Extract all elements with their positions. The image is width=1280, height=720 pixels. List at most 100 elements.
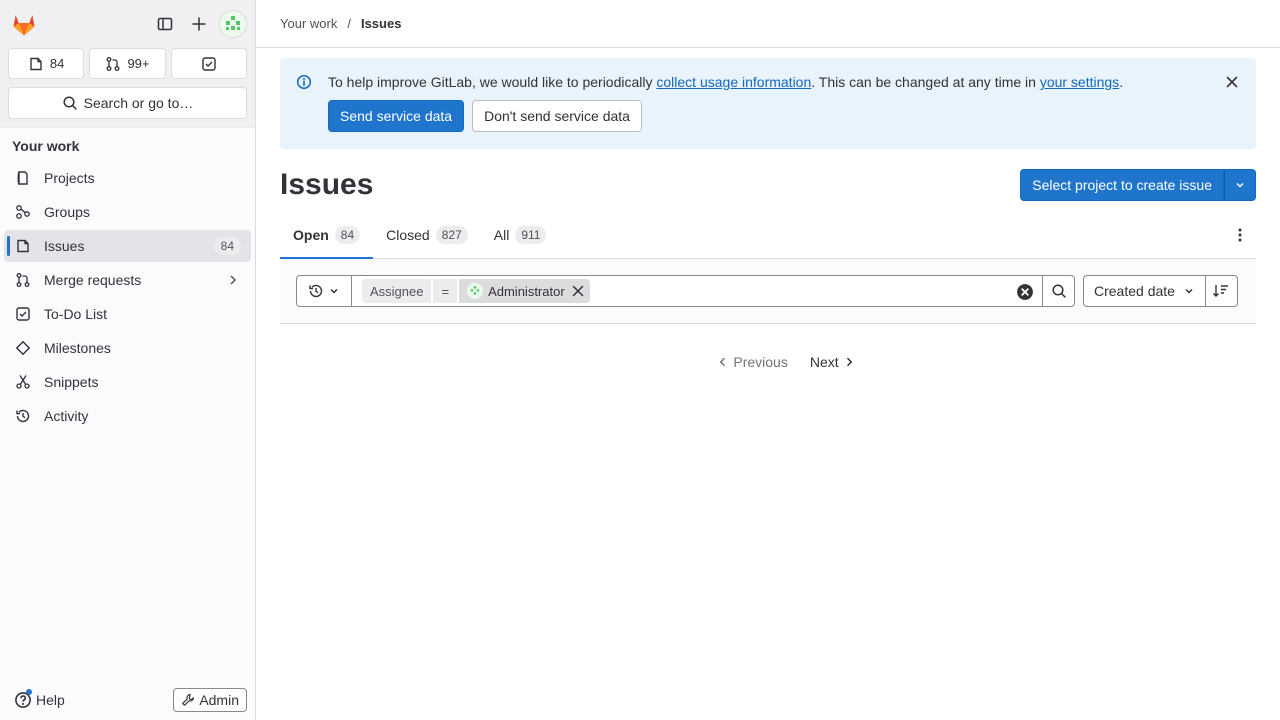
tab-closed[interactable]: Closed 827 [373, 211, 481, 258]
sidebar-item-todo-list[interactable]: To-Do List [4, 298, 251, 330]
wrench-icon [182, 694, 195, 706]
previous-page-button[interactable]: Previous [717, 354, 788, 370]
sidebar-item-label: Milestones [44, 340, 111, 356]
sidebar-item-milestones[interactable]: Milestones [4, 332, 251, 364]
create-new-button[interactable] [183, 8, 215, 40]
alert-text-part: . This can be changed at any time in [811, 74, 1040, 90]
notification-dot [26, 689, 32, 695]
toggle-sidebar-button[interactable] [149, 8, 181, 40]
user-avatar[interactable] [219, 10, 247, 38]
filter-token-value-label: Administrator [488, 283, 565, 299]
todo-count-button[interactable] [170, 48, 247, 79]
breadcrumb-current[interactable]: Issues [361, 16, 401, 31]
chevron-down-icon [1236, 182, 1244, 188]
tab-count: 911 [515, 225, 547, 244]
chevron-right-icon [230, 275, 237, 285]
milestone-icon [15, 340, 31, 356]
alert-text-part: . [1119, 74, 1124, 90]
chevron-down-icon [1185, 288, 1193, 294]
plus-icon [192, 17, 206, 31]
collect-usage-link[interactable]: collect usage information [656, 74, 811, 90]
information-icon [296, 74, 312, 90]
breadcrumb-your-work[interactable]: Your work [280, 16, 337, 31]
clear-icon [1017, 284, 1033, 300]
sidebar-counts: 84 99+ [0, 48, 255, 87]
history-icon [309, 284, 323, 298]
main-content: Your work / Issues To help improve GitLa… [256, 0, 1280, 720]
breadcrumb: Your work / Issues [256, 0, 1280, 48]
sidebar-section-title: Your work [12, 138, 80, 154]
clear-filter-button[interactable] [1016, 283, 1034, 301]
gitlab-logo[interactable] [8, 8, 40, 40]
sidebar-item-label: To-Do List [44, 306, 108, 322]
search-label: Search or go to… [83, 95, 194, 111]
filter-bar: Assignee = Administrator Created date [280, 259, 1256, 324]
sidebar-item-groups[interactable]: Groups [4, 196, 251, 228]
recent-searches-button[interactable] [296, 275, 352, 307]
search-or-go-to-button[interactable]: Search or go to… [8, 87, 247, 119]
sort-by-label: Created date [1094, 283, 1175, 299]
sort-lowest-icon [1213, 285, 1229, 297]
search-submit-button[interactable] [1043, 275, 1075, 307]
tab-open[interactable]: Open 84 [280, 211, 374, 259]
filter-token-value[interactable]: Administrator [459, 279, 590, 303]
ellipsis-vertical-icon [1238, 228, 1242, 241]
tab-label: All [493, 226, 510, 243]
group-icon [16, 205, 30, 219]
alert-close-button[interactable] [1224, 74, 1240, 90]
sort-by-dropdown[interactable]: Created date [1083, 275, 1206, 307]
merge-request-icon [16, 273, 30, 287]
project-icon [17, 171, 28, 185]
search-icon [63, 96, 77, 110]
filter-token-field[interactable]: Assignee [362, 279, 432, 303]
todo-icon [16, 307, 30, 321]
chevron-left-icon [720, 357, 726, 367]
merge-requests-count-button[interactable]: 99+ [89, 48, 166, 79]
page-title: Issues [280, 168, 374, 201]
issue-state-tabs: Open 84 Closed 827 All 911 [280, 211, 1256, 259]
filtered-search-input[interactable]: Assignee = Administrator [352, 275, 1043, 307]
help-button[interactable]: Help [14, 689, 65, 709]
issues-icon [30, 57, 42, 70]
sidebar-item-label: Merge requests [44, 272, 142, 288]
sidebar-item-issues[interactable]: Issues 84 [4, 230, 251, 262]
previous-label: Previous [733, 354, 788, 370]
tab-label: Open [293, 226, 329, 243]
merge-requests-count: 99+ [127, 56, 150, 71]
todo-icon [202, 56, 216, 71]
sidebar-item-projects[interactable]: Projects [4, 162, 251, 194]
create-issue-dropdown-toggle[interactable] [1224, 169, 1256, 201]
sidebar-nav: Projects Groups Issues 84 Merge requests… [0, 162, 255, 432]
dont-send-service-data-button[interactable]: Don't send service data [472, 100, 642, 132]
sidebar-item-activity[interactable]: Activity [4, 400, 251, 432]
tab-count: 84 [334, 225, 361, 244]
admin-label: Admin [199, 692, 239, 708]
filter-token-operator[interactable]: = [433, 279, 458, 303]
close-icon[interactable] [570, 283, 586, 299]
alert-message: To help improve GitLab, we would like to… [328, 72, 1208, 92]
sidebar-item-snippets[interactable]: Snippets [4, 366, 251, 398]
admin-button[interactable]: Admin [173, 688, 247, 712]
more-actions-button[interactable] [1224, 211, 1256, 258]
sidebar-item-merge-requests[interactable]: Merge requests [4, 264, 251, 296]
assigned-issues-count-button[interactable]: 84 [8, 48, 85, 79]
search-icon [1051, 284, 1066, 298]
pagination: Previous Next [280, 354, 1256, 370]
sort-direction-button[interactable] [1205, 275, 1238, 307]
sidebar-item-label: Projects [44, 170, 95, 186]
sidebar-item-label: Snippets [44, 374, 99, 390]
service-data-alert: To help improve GitLab, we would like to… [280, 58, 1256, 149]
tab-all[interactable]: All 911 [481, 211, 560, 258]
select-project-create-issue-button[interactable]: Select project to create issue [1020, 169, 1224, 201]
tab-count: 827 [435, 225, 468, 244]
merge-request-icon [107, 56, 120, 71]
send-service-data-button[interactable]: Send service data [328, 100, 465, 132]
issues-badge: 84 [213, 237, 241, 255]
tab-label: Closed [386, 226, 430, 243]
your-settings-link[interactable]: your settings [1040, 74, 1119, 90]
breadcrumb-separator: / [347, 16, 351, 31]
chevron-right-icon [846, 357, 852, 367]
create-issue-split-button: Select project to create issue [1020, 169, 1256, 201]
history-icon [16, 409, 30, 423]
next-page-button[interactable]: Next [810, 354, 855, 370]
